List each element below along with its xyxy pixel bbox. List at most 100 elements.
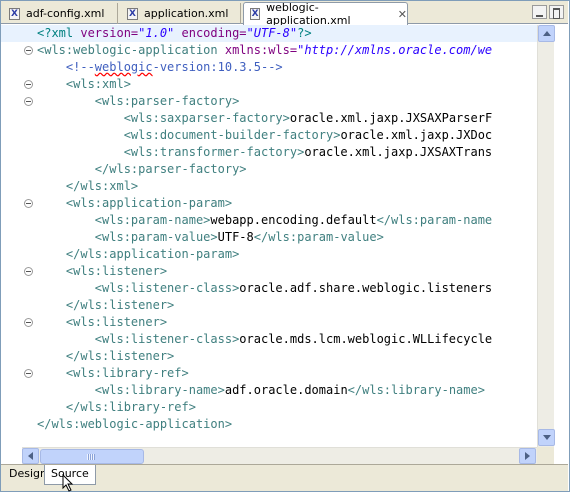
tab-label: weblogic-application.xml bbox=[266, 1, 351, 27]
code-token: </wls:weblogic-application> bbox=[37, 417, 233, 431]
code-token: <wls:xml> bbox=[37, 77, 131, 91]
code-token: oracle.xml.jaxp.JXSAXParserF bbox=[289, 111, 493, 125]
tab-application[interactable]: X application.xml bbox=[121, 3, 241, 24]
code-line[interactable]: <wls:parser-factory> bbox=[1, 93, 537, 110]
ruler-gap bbox=[1, 447, 22, 464]
code-line[interactable]: <wls:transformer-factory>oracle.xml.jaxp… bbox=[1, 144, 537, 161]
code-text: <?xml version="1.0" encoding="UTF-8"?> bbox=[37, 25, 312, 42]
code-line[interactable]: <wls:application-param> bbox=[1, 195, 537, 212]
code-line[interactable]: </wls:xml> bbox=[1, 178, 537, 195]
code-text: </wls:application-param> bbox=[37, 246, 239, 263]
code-text: <wls:listener> bbox=[37, 314, 167, 331]
code-line[interactable]: <wls:param-name>webapp.encoding.default<… bbox=[1, 212, 537, 229]
code-text: <wls:listener-class>oracle.adf.share.web… bbox=[37, 280, 492, 297]
fold-toggle-icon[interactable] bbox=[24, 199, 33, 208]
vertical-scrollbar[interactable] bbox=[537, 25, 555, 447]
code-token: <wls:weblogic-application bbox=[37, 43, 225, 57]
scroll-right-button[interactable] bbox=[519, 448, 536, 464]
code-line[interactable]: <?xml version="1.0" encoding="UTF-8"?> bbox=[1, 25, 537, 42]
code-line[interactable]: </wls:parser-factory> bbox=[1, 161, 537, 178]
code-token: <wls:application-param> bbox=[37, 196, 233, 210]
code-text: <wls:parser-factory> bbox=[37, 93, 240, 110]
maximize-icon[interactable] bbox=[549, 5, 564, 19]
code-line[interactable]: <wls:saxparser-factory>oracle.xml.jaxp.J… bbox=[1, 110, 537, 127]
code-text: <wls:library-name>adf.oracle.domain</wls… bbox=[37, 382, 485, 399]
scroll-left-button[interactable] bbox=[22, 448, 39, 464]
tab-adf-config[interactable]: X adf-config.xml bbox=[3, 3, 118, 24]
code-text: </wls:library-ref> bbox=[37, 399, 196, 416]
editor-mode-tabs: Design Source bbox=[1, 464, 568, 491]
fold-toggle-icon[interactable] bbox=[24, 267, 33, 276]
close-icon[interactable]: ✕ bbox=[398, 8, 407, 21]
code-token: <!-- bbox=[37, 60, 95, 74]
code-line[interactable]: <wls:xml> bbox=[1, 76, 537, 93]
code-token: xmlns:wls= bbox=[224, 43, 298, 57]
code-text: <wls:library-ref> bbox=[37, 365, 189, 382]
code-line[interactable]: <wls:listener-class>oracle.adf.share.web… bbox=[1, 280, 537, 297]
fold-toggle-icon[interactable] bbox=[24, 97, 33, 106]
tab-label: application.xml bbox=[144, 7, 229, 20]
code-token: <wls:param-name> bbox=[37, 213, 211, 227]
fold-toggle-icon[interactable] bbox=[24, 369, 33, 378]
fold-toggle-icon[interactable] bbox=[24, 80, 33, 89]
tab-label: adf-config.xml bbox=[26, 7, 105, 20]
code-line[interactable]: </wls:listener> bbox=[1, 297, 537, 314]
code-line[interactable]: <wls:listener> bbox=[1, 263, 537, 280]
code-line[interactable]: <wls:document-builder-factory>oracle.xml… bbox=[1, 127, 537, 144]
code-token: </wls:listener> bbox=[37, 298, 175, 312]
code-line[interactable]: <wls:listener-class>oracle.mds.lcm.weblo… bbox=[1, 331, 537, 348]
tab-weblogic-application[interactable]: X weblogic-application.xml ✕ bbox=[243, 1, 408, 27]
fold-toggle-icon[interactable] bbox=[24, 46, 33, 55]
code-token: <wls:listener> bbox=[37, 315, 168, 329]
code-text: </wls:listener> bbox=[37, 297, 174, 314]
code-token: ?> bbox=[297, 26, 312, 40]
code-line[interactable]: </wls:listener> bbox=[1, 348, 537, 365]
code-token: <wls:document-builder-factory> bbox=[37, 128, 341, 142]
code-line[interactable]: </wls:weblogic-application> bbox=[1, 416, 537, 433]
code-token: oracle.xml.jaxp.JXSAXTrans bbox=[304, 145, 493, 159]
code-token: <wls:saxparser-factory> bbox=[37, 111, 290, 125]
scroll-down-button[interactable] bbox=[538, 429, 555, 446]
xml-file-icon: X bbox=[9, 7, 20, 20]
code-line[interactable]: </wls:library-ref> bbox=[1, 399, 537, 416]
code-text: <wls:listener-class>oracle.mds.lcm.weblo… bbox=[37, 331, 492, 348]
code-token: oracle.adf.share.weblogic.listeners bbox=[239, 281, 493, 295]
code-token: "http://xmlns.oracle.com/we bbox=[297, 43, 493, 57]
code-text: <wls:document-builder-factory>oracle.xml… bbox=[37, 127, 492, 144]
scroll-corner bbox=[537, 447, 554, 464]
editor-tab-bar: X adf-config.xml X application.xml X web… bbox=[1, 1, 568, 27]
code-text: <wls:xml> bbox=[37, 76, 131, 93]
code-line[interactable]: <wls:listener> bbox=[1, 314, 537, 331]
code-token: <wls:param-value> bbox=[37, 230, 218, 244]
code-token: </wls:parser-factory> bbox=[37, 162, 247, 176]
code-token: <?xml bbox=[37, 26, 81, 40]
code-line[interactable]: <wls:param-value>UTF-8</wls:param-value> bbox=[1, 229, 537, 246]
code-text: </wls:xml> bbox=[37, 178, 138, 195]
code-line[interactable]: <wls:library-ref> bbox=[1, 365, 537, 382]
code-token: <wls:transformer-factory> bbox=[37, 145, 305, 159]
code-token: <wls:library-ref> bbox=[37, 366, 189, 380]
arrow-right-icon bbox=[525, 452, 530, 460]
code-line[interactable]: <wls:library-name>adf.oracle.domain</wls… bbox=[1, 382, 537, 399]
code-token: </wls:param-name bbox=[376, 213, 493, 227]
code-text: <wls:param-name>webapp.encoding.default<… bbox=[37, 212, 492, 229]
code-token: webapp.encoding.default bbox=[210, 213, 377, 227]
minimize-icon[interactable] bbox=[532, 5, 547, 19]
code-token: <wls:library-name> bbox=[37, 383, 225, 397]
code-token: </wls:param-value> bbox=[253, 230, 384, 244]
code-line[interactable]: <!--weblogic-version:10.3.5--> bbox=[1, 59, 537, 76]
source-editor[interactable]: <?xml version="1.0" encoding="UTF-8"?> <w… bbox=[1, 25, 537, 447]
code-token: "1.0" bbox=[138, 26, 175, 40]
arrow-down-icon bbox=[542, 435, 551, 440]
scroll-thumb[interactable] bbox=[40, 449, 144, 464]
code-line[interactable]: </wls:application-param> bbox=[1, 246, 537, 263]
code-token: -version:10.3.5--> bbox=[152, 60, 283, 74]
arrow-up-icon bbox=[542, 31, 551, 36]
code-token: version= bbox=[80, 26, 139, 40]
scroll-up-button[interactable] bbox=[538, 25, 555, 42]
code-token: </wls:listener> bbox=[37, 349, 175, 363]
fold-toggle-icon[interactable] bbox=[24, 318, 33, 327]
horizontal-scrollbar[interactable] bbox=[22, 447, 537, 464]
code-token: <wls:parser-factory> bbox=[37, 94, 240, 108]
code-line[interactable]: <wls:weblogic-application xmlns:wls="htt… bbox=[1, 42, 537, 59]
